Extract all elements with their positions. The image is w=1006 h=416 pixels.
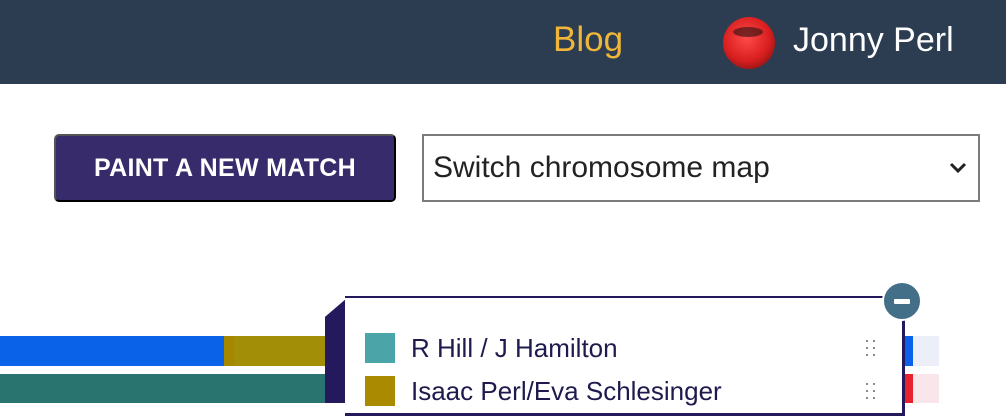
legend-item-label: R Hill / J Hamilton bbox=[411, 333, 618, 363]
legend-color-swatch bbox=[365, 376, 395, 406]
legend-color-swatch bbox=[365, 333, 395, 363]
chromosome-segment-teal[interactable] bbox=[0, 374, 325, 403]
user-avatar[interactable] bbox=[723, 17, 775, 69]
chromosome-track-background bbox=[913, 374, 939, 403]
legend-panel-edge bbox=[325, 298, 347, 403]
match-legend-panel: R Hill / J Hamilton Isaac Perl/Eva Schle… bbox=[345, 296, 905, 416]
paint-new-match-button[interactable]: PAINT A NEW MATCH bbox=[54, 134, 396, 202]
drag-handle-icon[interactable] bbox=[865, 339, 877, 357]
collapse-legend-button[interactable] bbox=[882, 281, 922, 321]
legend-item[interactable]: Isaac Perl/Eva Schlesinger bbox=[365, 373, 885, 407]
top-navigation-bar: Blog Jonny Perl bbox=[0, 0, 1006, 84]
chromosome-segment-blue-right[interactable] bbox=[904, 336, 913, 366]
blog-link[interactable]: Blog bbox=[553, 18, 623, 62]
chromosome-map-select[interactable]: Switch chromosome map bbox=[422, 134, 980, 202]
chromosome-map-select-value: Switch chromosome map bbox=[433, 151, 770, 184]
chevron-down-icon bbox=[949, 162, 967, 174]
chromosome-segment-blue[interactable] bbox=[0, 336, 224, 366]
chromosome-segment-red-right[interactable] bbox=[904, 374, 913, 403]
chromosome-track-background bbox=[913, 336, 939, 366]
avatar-face-shadow bbox=[733, 27, 763, 37]
drag-handle-icon[interactable] bbox=[865, 382, 877, 400]
chromosome-segment-gold[interactable] bbox=[224, 336, 325, 366]
minus-icon bbox=[894, 298, 910, 304]
legend-item[interactable]: R Hill / J Hamilton bbox=[365, 330, 885, 364]
user-name-link[interactable]: Jonny Perl bbox=[793, 19, 954, 61]
